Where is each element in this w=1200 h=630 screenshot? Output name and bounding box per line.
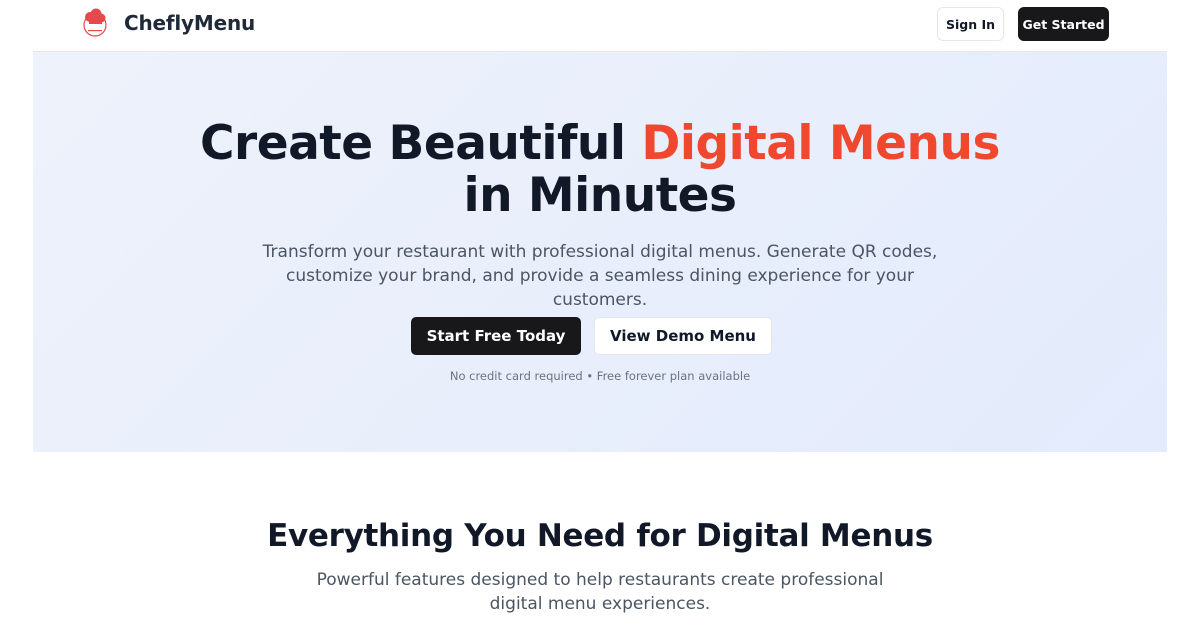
- view-demo-menu-button[interactable]: View Demo Menu: [594, 317, 772, 355]
- start-free-button[interactable]: Start Free Today: [411, 317, 581, 355]
- hero-title-accent: Digital Menus: [641, 116, 1000, 171]
- hero-note: No credit card required • Free forever p…: [449, 369, 751, 383]
- hero-section: Create Beautiful Digital Menus in Minute…: [33, 52, 1167, 452]
- hero-title-part1: Create Beautiful: [200, 116, 642, 171]
- features-subtitle: Powerful features designed to help resta…: [316, 570, 884, 614]
- hero-title: Create Beautiful Digital Menus in Minute…: [33, 118, 1167, 222]
- page: CheflyMenu Sign In Get Started Create Be…: [33, 0, 1167, 630]
- sign-in-button[interactable]: Sign In: [937, 7, 1004, 41]
- site-header: CheflyMenu Sign In Get Started: [33, 0, 1167, 52]
- get-started-button[interactable]: Get Started: [1018, 7, 1109, 41]
- hero-title-part2: in Minutes: [463, 168, 737, 223]
- hero-subtitle: Transform your restaurant with professio…: [262, 242, 938, 310]
- brand-name[interactable]: CheflyMenu: [124, 11, 255, 35]
- chef-hat-logo-icon[interactable]: [81, 8, 109, 38]
- features-title: Everything You Need for Digital Menus: [267, 518, 933, 554]
